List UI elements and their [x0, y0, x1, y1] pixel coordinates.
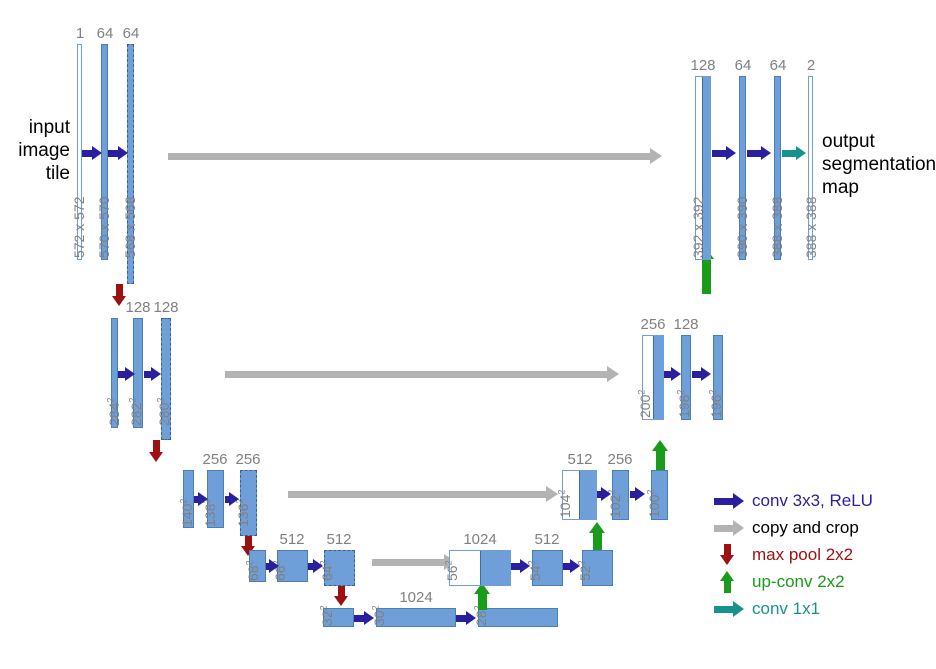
unet-architecture-diagram: 1 572 x 572 64 570 x 570 64 568 x 568 1 … — [0, 0, 936, 669]
size-label-e3a: 1402 — [178, 498, 195, 527]
channel-label-d2b: 128 — [673, 316, 699, 333]
input-label-line3: tile — [45, 163, 70, 184]
channel-label-b5b: 1024 — [399, 589, 433, 606]
input-label-line2: image — [18, 140, 70, 161]
size-label-d2b: 1982 — [675, 389, 692, 418]
channel-label-d1a: 128 — [690, 57, 716, 74]
output-label-line2: segmentation — [822, 154, 936, 175]
legend-label-conv3x3: conv 3x3, ReLU — [752, 490, 873, 510]
channel-label-d1d: 2 — [806, 57, 816, 74]
channel-label-d3b: 256 — [607, 451, 633, 468]
arrow-up-icon-upconv — [714, 570, 752, 594]
size-label-e1a: 572 x 572 — [71, 196, 87, 259]
legend-label-maxpool: max pool 2x2 — [752, 544, 854, 564]
arrow-right-icon-conv3x3 — [714, 489, 752, 513]
channel-label-d3a: 512 — [567, 451, 593, 468]
size-label-d1a: 392 x 392 — [690, 196, 706, 259]
legend-item-copy-crop: copy and crop — [714, 514, 934, 541]
arrow-right-icon-copy-crop — [714, 516, 752, 540]
channel-label-d4a: 1024 — [463, 531, 497, 548]
channel-label-e2c: 128 — [153, 299, 179, 316]
size-label-d2a: 2002 — [636, 389, 653, 418]
size-label-e1c: 568 x 568 — [122, 196, 138, 259]
upsampled-features-d3a — [579, 471, 596, 519]
legend-label-upconv: up-conv 2x2 — [752, 571, 845, 591]
size-label-e2c: 2802 — [155, 397, 172, 426]
channel-label-e1c: 64 — [122, 25, 140, 42]
output-segmentation-map-label: output segmentation map — [822, 130, 936, 199]
feature-block-b5c — [478, 608, 558, 627]
size-label-d3c: 1002 — [645, 489, 662, 518]
input-label-line1: input — [28, 117, 70, 138]
channel-label-d1b: 64 — [734, 57, 752, 74]
legend-label-conv1x1: conv 1x1 — [752, 598, 821, 618]
size-label-d3a: 1042 — [556, 489, 573, 518]
size-label-d1b: 390 x 390 — [734, 196, 750, 259]
arrow-right-icon-conv1x1 — [714, 597, 752, 621]
channel-label-e3c: 256 — [235, 451, 261, 468]
size-label-b5b: 302 — [370, 605, 387, 626]
size-label-d4a: 562 — [443, 560, 460, 581]
size-label-e2b: 2822 — [127, 397, 144, 426]
size-label-d1c: 388 x 388 — [769, 196, 785, 259]
size-label-d4c: 522 — [576, 560, 593, 581]
size-label-d4b: 542 — [526, 560, 543, 581]
legend-label-copy-crop: copy and crop — [752, 517, 859, 537]
size-label-e4a: 682 — [244, 560, 261, 581]
input-image-tile-label: 1 input image tile — [0, 116, 70, 185]
size-label-d1d: 388 x 388 — [803, 196, 819, 259]
feature-block-b5b — [376, 608, 456, 627]
arrow-down-icon-maxpool — [714, 543, 752, 567]
legend-item-upconv: up-conv 2x2 — [714, 568, 934, 595]
legend-item-conv1x1: conv 1x1 — [714, 595, 934, 622]
channel-label-e4c: 512 — [326, 531, 352, 548]
output-label-line1: output — [822, 131, 875, 152]
upsampled-features-d2a — [652, 336, 663, 419]
output-label-line3: map — [822, 177, 859, 198]
size-label-d2c: 1962 — [707, 389, 724, 418]
legend: conv 3x3, ReLU copy and crop max pool 2x… — [714, 487, 934, 622]
upsampled-features-d4a — [479, 551, 510, 585]
size-label-e1b: 570 x 570 — [96, 196, 112, 259]
channel-label-d4b: 512 — [534, 531, 560, 548]
size-label-e2a: 2842 — [105, 397, 122, 426]
size-label-b5a: 322 — [318, 605, 335, 626]
legend-item-maxpool: max pool 2x2 — [714, 541, 934, 568]
channel-label-e4b: 512 — [279, 531, 305, 548]
legend-item-conv3x3: conv 3x3, ReLU — [714, 487, 934, 514]
